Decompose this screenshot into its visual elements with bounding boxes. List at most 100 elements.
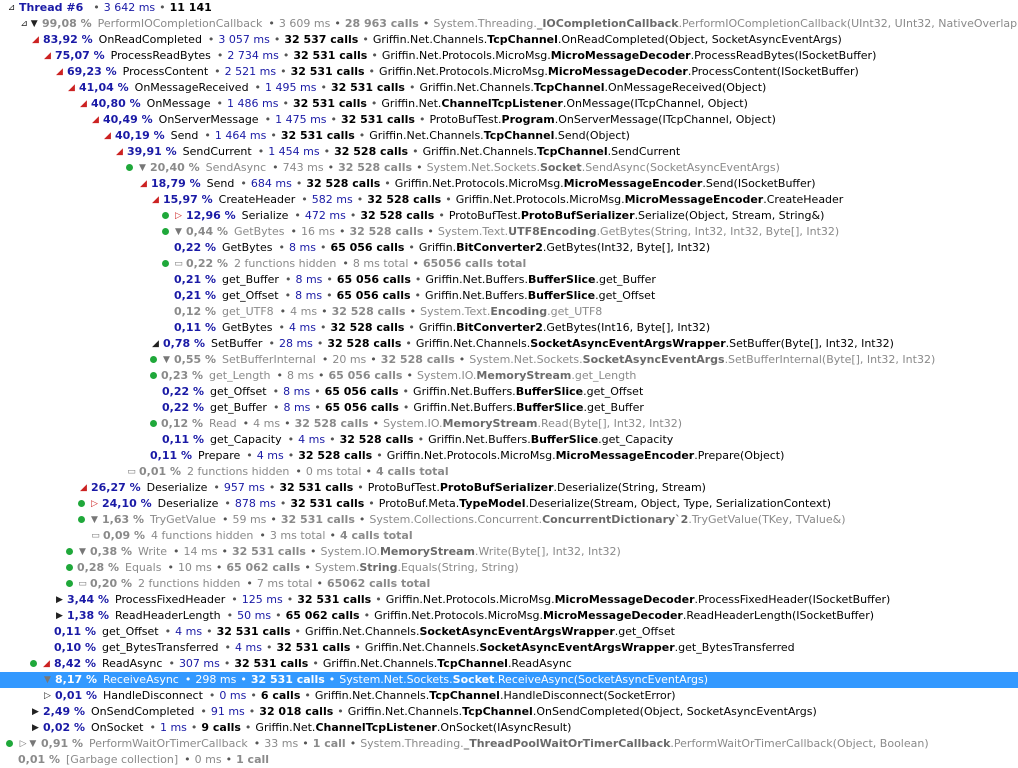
tree-row[interactable]: ◢ 75,07 % ProcessReadBytes • 2 734 ms • 32 531… — [0, 48, 1018, 64]
expand-toggle-icon[interactable]: ▷ — [89, 496, 100, 512]
tree-row[interactable]: 0,22 % get_Offset • 8 ms • 65 056 calls • Griff… — [0, 384, 1018, 400]
tree-row[interactable]: 0,12 % get_UTF8 • 4 ms • 32 528 calls • System.… — [0, 304, 1018, 320]
tree-row[interactable]: 0,11 % get_Offset • 4 ms • 32 531 calls • Griff… — [0, 624, 1018, 640]
tree-row[interactable]: ▷ 24,10 % Deserialize • 878 ms • 32 531 calls •… — [0, 496, 1018, 512]
tree-row[interactable]: ◢ 83,92 % OnReadCompleted • 3 057 ms • 32 537 … — [0, 32, 1018, 48]
tree-row[interactable]: 0,01 % [Garbage collection] • 0 ms • 1 call — [0, 752, 1018, 768]
expand-toggle-icon[interactable]: ◢ — [30, 32, 41, 48]
expand-toggle-icon[interactable]: ▭ — [173, 256, 184, 272]
tree-row[interactable]: 0,10 % get_BytesTransferred • 4 ms • 32 531 c… — [0, 640, 1018, 656]
tree-row[interactable]: ▼ 1,63 % TryGetValue • 59 ms • 32 531 calls • Sy… — [0, 512, 1018, 528]
tree-row[interactable]: ▶ 2,49 % OnSendCompleted • 91 ms • 32 018 call… — [0, 704, 1018, 720]
tree-row[interactable]: ◢ 15,97 % CreateHeader • 582 ms • 32 528 calls… — [0, 192, 1018, 208]
expand-toggle-icon[interactable]: ◢ — [150, 336, 161, 352]
tree-row[interactable]: ▶ 0,02 % OnSocket • 1 ms • 9 calls • Griffin.Net… — [0, 720, 1018, 736]
expand-toggle-icon[interactable]: ▭ — [126, 464, 137, 480]
expand-toggle-icon[interactable]: ◢ — [42, 48, 53, 64]
expand-toggle-icon[interactable]: ▼ — [173, 224, 184, 240]
call-count: 32 531 calls — [290, 65, 365, 78]
expand-toggle-icon[interactable]: ▶ — [30, 704, 41, 720]
tree-row[interactable]: ▷ ▼ 0,91 % PerformWaitOrTimerCallback • 33 m… — [0, 736, 1018, 752]
tree-row[interactable]: ◢ 41,04 % OnMessageReceived • 1 495 ms • 32 53… — [0, 80, 1018, 96]
tree-row[interactable]: ◢ 18,79 % Send • 684 ms • 32 528 calls • Griffin… — [0, 176, 1018, 192]
expand-toggle-icon[interactable]: ▼ — [137, 160, 148, 176]
expand-toggle-icon[interactable]: ▶ — [30, 720, 41, 736]
tree-row[interactable]: ▭ 0,22 % 2 functions hidden • 8 ms total • 650… — [0, 256, 1018, 272]
expand-toggle-icon[interactable]: ◢ — [102, 128, 113, 144]
tree-row[interactable]: ⊿ Thread #6 • 3 642 ms • 11 141 — [0, 0, 1018, 16]
method-signature: .Serialize(Object, Stream, String&) — [634, 209, 825, 222]
tree-row[interactable]: ◢ 39,91 % SendCurrent • 1 454 ms • 32 528 call… — [0, 144, 1018, 160]
tree-row[interactable]: 0,28 % Equals • 10 ms • 65 062 calls • System.S… — [0, 560, 1018, 576]
tree-row[interactable]: ▼ 8,17 % ReceiveAsync • 298 ms • 32 531 calls •… — [0, 672, 1018, 688]
tree-row[interactable]: ◢ 0,78 % SetBuffer • 28 ms • 32 528 calls • Grif… — [0, 336, 1018, 352]
tree-row[interactable]: ◢ 40,49 % OnServerMessage • 1 475 ms • 32 531 … — [0, 112, 1018, 128]
tree-row[interactable]: ▼ 0,55 % SetBufferInternal • 20 ms • 32 528 ca… — [0, 352, 1018, 368]
expand-toggle-icon[interactable]: ⊿ ▼ — [18, 16, 40, 32]
tree-row[interactable]: 0,21 % get_Offset • 8 ms • 65 056 calls • Griff… — [0, 288, 1018, 304]
function-name: SendAsync — [205, 161, 267, 174]
tree-row[interactable]: 0,11 % Prepare • 4 ms • 32 528 calls • Griffin.… — [0, 448, 1018, 464]
expand-toggle-icon[interactable]: ▷ — [173, 208, 184, 224]
tree-row[interactable]: ▶ 3,44 % ProcessFixedHeader • 125 ms • 32 531 … — [0, 592, 1018, 608]
function-name: GetBytes — [222, 241, 273, 254]
expand-toggle-icon[interactable]: ▶ — [54, 592, 65, 608]
time-ms: 0 ms — [219, 689, 247, 702]
tree-row[interactable]: 0,11 % GetBytes • 4 ms • 32 528 calls • Griffin… — [0, 320, 1018, 336]
tree-row[interactable]: 0,22 % get_Buffer • 8 ms • 65 056 calls • Griff… — [0, 400, 1018, 416]
tree-row[interactable]: ◢ 40,19 % Send • 1 464 ms • 32 531 calls • Griff… — [0, 128, 1018, 144]
separator-dot: • — [168, 657, 175, 670]
tree-row[interactable]: ◢ 8,42 % ReadAsync • 307 ms • 32 531 calls • Gri… — [0, 656, 1018, 672]
expand-toggle-icon[interactable]: ▷ — [42, 688, 53, 704]
tree-row[interactable]: 0,12 % Read • 4 ms • 32 528 calls • System.IO.M… — [0, 416, 1018, 432]
status-dot-icon — [6, 739, 13, 747]
separator-dot: • — [327, 161, 335, 174]
tree-row[interactable]: 0,11 % get_Capacity • 4 ms • 32 528 calls • Gri… — [0, 432, 1018, 448]
time-percent: 0,20 % — [90, 577, 132, 590]
tree-row[interactable]: ▷ 0,01 % HandleDisconnect • 0 ms • 6 calls • Gri… — [0, 688, 1018, 704]
tree-row[interactable]: ▶ 1,38 % ReadHeaderLength • 50 ms • 65 062 cal… — [0, 608, 1018, 624]
expand-toggle-icon[interactable]: ◢ — [150, 192, 161, 208]
tree-row[interactable]: ▼ 20,40 % SendAsync • 743 ms • 32 528 calls • Sy… — [0, 160, 1018, 176]
tree-row[interactable]: 0,21 % get_Buffer • 8 ms • 65 056 calls • Griff… — [0, 272, 1018, 288]
expand-toggle-icon[interactable]: ▷ ▼ — [17, 736, 39, 752]
time-ms: 0 ms total — [305, 465, 362, 478]
time-percent: 8,17 % — [55, 673, 97, 686]
separator-dot: • — [216, 97, 224, 110]
expand-toggle-icon[interactable]: ▼ — [77, 544, 88, 560]
tree-row[interactable]: ▭ 0,09 % 4 functions hidden • 3 ms total • 4 c… — [0, 528, 1018, 544]
expand-toggle-icon[interactable]: ▭ — [77, 576, 88, 592]
namespace: ProtoBufTest. — [448, 209, 521, 222]
tree-row[interactable]: ▼ 0,38 % Write • 14 ms • 32 531 calls • System.I… — [0, 544, 1018, 560]
separator-dot: • — [282, 97, 289, 110]
expand-toggle-icon[interactable]: ◢ — [66, 80, 77, 96]
function-name: SendCurrent — [182, 145, 252, 158]
expand-toggle-icon[interactable]: ⊿ — [6, 0, 17, 16]
function-name: Send — [206, 177, 235, 190]
expand-toggle-icon[interactable]: ◢ — [41, 656, 52, 672]
tree-row[interactable]: ◢ 40,80 % OnMessage • 1 486 ms • 32 531 calls •… — [0, 96, 1018, 112]
tree-row[interactable]: ◢ 26,27 % Deserialize • 957 ms • 32 531 calls •… — [0, 480, 1018, 496]
tree-row[interactable]: ▷ 12,96 % Serialize • 472 ms • 32 528 calls • Pr… — [0, 208, 1018, 224]
expand-toggle-icon[interactable]: ▶ — [54, 608, 65, 624]
expand-toggle-icon[interactable]: ▭ — [90, 528, 101, 544]
expand-toggle-icon[interactable]: ▼ — [42, 672, 53, 688]
time-ms: 125 ms — [241, 593, 283, 606]
expand-toggle-icon[interactable]: ▼ — [161, 352, 172, 368]
tree-row[interactable]: ▭ 0,20 % 2 functions hidden • 7 ms total • 650… — [0, 576, 1018, 592]
class-name: TcpChannel — [537, 145, 608, 158]
expand-toggle-icon[interactable]: ◢ — [90, 112, 101, 128]
tree-row[interactable]: 0,23 % get_Length • 8 ms • 65 056 calls • Syste… — [0, 368, 1018, 384]
tree-row[interactable]: ◢ 69,23 % ProcessContent • 2 521 ms • 32 531 c… — [0, 64, 1018, 80]
expand-toggle-icon[interactable]: ▼ — [89, 512, 100, 528]
tree-row[interactable]: ▼ 0,44 % GetBytes • 16 ms • 32 528 calls • Syste… — [0, 224, 1018, 240]
expand-toggle-icon[interactable]: ◢ — [138, 176, 149, 192]
tree-row[interactable]: 0,22 % GetBytes • 8 ms • 65 056 calls • Griffin… — [0, 240, 1018, 256]
expand-toggle-icon[interactable]: ◢ — [78, 480, 89, 496]
expand-toggle-icon[interactable]: ◢ — [78, 96, 89, 112]
tree-row[interactable]: ⊿ ▼ 99,08 % PerformIOCompletionCallback • 3 … — [0, 16, 1018, 32]
class-name: _IOCompletionCallback — [536, 17, 679, 30]
expand-toggle-icon[interactable]: ◢ — [114, 144, 125, 160]
tree-row[interactable]: ▭ 0,01 % 2 functions hidden • 0 ms total • 4 c… — [0, 464, 1018, 480]
expand-toggle-icon[interactable]: ◢ — [54, 64, 65, 80]
